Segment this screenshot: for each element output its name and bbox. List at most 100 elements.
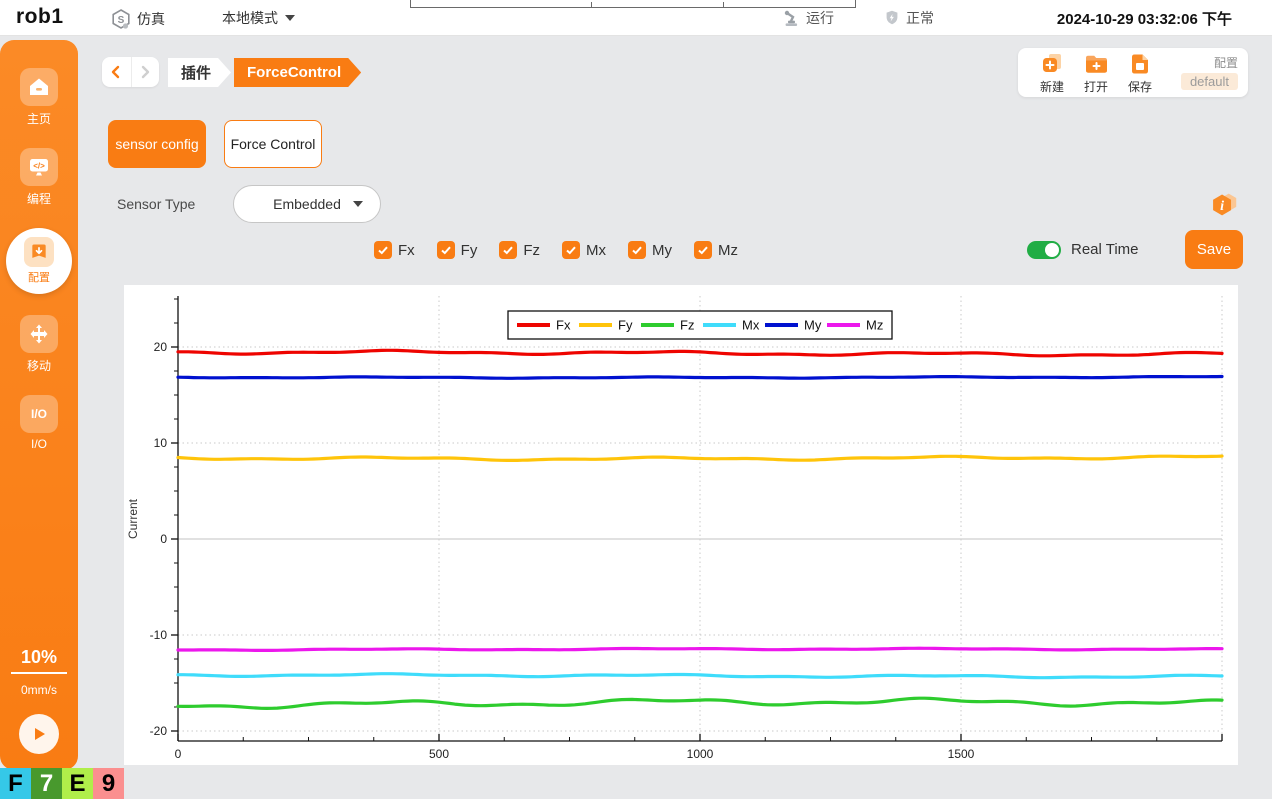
axis-checkbox-row: Fx Fy Fz Mx My Mz xyxy=(374,241,738,259)
sidebar-item-io[interactable]: I/O I/O xyxy=(20,395,58,451)
home-icon xyxy=(20,68,58,106)
checkbox-label: Mx xyxy=(586,242,606,259)
x-tick-label: 1000 xyxy=(687,747,714,761)
config-selector[interactable]: 配置 default xyxy=(1181,54,1238,91)
history-nav xyxy=(102,57,159,87)
series-Mx xyxy=(178,674,1222,678)
x-tick-label: 1500 xyxy=(948,747,975,761)
remnant-tick xyxy=(591,2,592,7)
checkbox-label: Mz xyxy=(718,242,738,259)
checkbox-mx[interactable]: Mx xyxy=(562,241,606,259)
forward-button[interactable] xyxy=(131,57,160,87)
play-button[interactable] xyxy=(19,714,59,754)
x-tick-label: 500 xyxy=(429,747,449,761)
breadcrumb-plugin[interactable]: 插件 xyxy=(168,58,231,87)
y-axis-label: Current xyxy=(126,498,140,539)
save-button[interactable]: Save xyxy=(1185,230,1243,269)
io-icon-text: I/O xyxy=(31,407,47,421)
y-tick-label: -20 xyxy=(150,724,168,738)
file-toolbar: 新建 打开 保存 配置 default xyxy=(1018,48,1248,97)
checkbox-checked-icon xyxy=(374,241,392,259)
svg-text:</>: </> xyxy=(33,161,45,170)
run-status[interactable]: 运行 xyxy=(781,8,834,28)
captcha-char: E xyxy=(62,768,93,799)
captcha-strip: F 7 E 9 xyxy=(0,768,124,799)
checkbox-label: Fz xyxy=(523,242,540,259)
config-value-badge[interactable]: default xyxy=(1181,73,1238,90)
simulation-hexagon-icon: S xyxy=(110,8,132,30)
y-tick-label: 10 xyxy=(154,436,168,450)
checkbox-checked-icon xyxy=(628,241,646,259)
chevron-down-icon xyxy=(285,15,295,21)
status-label: 正常 xyxy=(906,8,934,28)
checkbox-mz[interactable]: Mz xyxy=(694,241,738,259)
config-book-icon xyxy=(24,237,54,267)
checkbox-label: My xyxy=(652,242,672,259)
checkbox-checked-icon xyxy=(562,241,580,259)
simulation-label: 仿真 xyxy=(137,9,165,29)
sidebar-item-move[interactable]: 移动 xyxy=(20,315,58,374)
play-icon xyxy=(30,725,48,743)
config-label: 配置 xyxy=(1181,54,1238,71)
captcha-char: 9 xyxy=(93,768,124,799)
x-tick-label: 0 xyxy=(175,747,182,761)
y-tick-label: 20 xyxy=(154,340,168,354)
top-bar: rob1 S 仿真 本地模式 运行 xyxy=(0,0,1272,36)
mode-dropdown[interactable]: 本地模式 xyxy=(222,8,295,28)
legend-label: Fy xyxy=(618,318,633,333)
mode-label: 本地模式 xyxy=(222,8,278,28)
back-button[interactable] xyxy=(102,57,131,87)
move-arrows-icon xyxy=(20,315,58,353)
speed-percent[interactable]: 10% xyxy=(11,647,67,674)
checkbox-label: Fy xyxy=(461,242,478,259)
sidebar-item-home[interactable]: 主页 xyxy=(20,68,58,127)
new-button-label: 新建 xyxy=(1040,78,1064,95)
health-status[interactable]: 正常 xyxy=(883,8,934,28)
tab-sensor-config[interactable]: sensor config xyxy=(108,120,206,168)
legend-label: Mx xyxy=(742,318,760,333)
save-file-button[interactable]: 保存 xyxy=(1118,51,1162,95)
captcha-char: 7 xyxy=(31,768,62,799)
series-Mz xyxy=(178,648,1222,650)
save-file-button-label: 保存 xyxy=(1128,78,1152,95)
breadcrumb-forcecontrol[interactable]: ForceControl xyxy=(234,58,361,87)
legend-label: My xyxy=(804,318,822,333)
sensor-type-select[interactable]: Embedded xyxy=(233,185,381,223)
force-line-chart: -20-1001020050010001500CurrentFxFyFzMxMy… xyxy=(124,285,1238,765)
chevron-right-icon xyxy=(138,64,152,80)
checkbox-fy[interactable]: Fy xyxy=(437,241,478,259)
tab-force-control[interactable]: Force Control xyxy=(224,120,322,168)
sidebar-item-label: 配置 xyxy=(28,269,50,285)
legend-label: Fz xyxy=(680,318,694,333)
svg-text:i: i xyxy=(1220,198,1224,214)
run-label: 运行 xyxy=(806,8,834,28)
realtime-toggle[interactable] xyxy=(1027,241,1061,259)
sidebar-item-config[interactable]: 配置 xyxy=(6,228,72,294)
checkbox-checked-icon xyxy=(694,241,712,259)
open-button[interactable]: 打开 xyxy=(1074,51,1118,95)
force-chart-panel: -20-1001020050010001500CurrentFxFyFzMxMy… xyxy=(124,285,1238,765)
new-button[interactable]: 新建 xyxy=(1030,51,1074,95)
checkbox-label: Fx xyxy=(398,242,415,259)
checkbox-fz[interactable]: Fz xyxy=(499,241,540,259)
captcha-char: F xyxy=(0,768,31,799)
sidebar-item-programming[interactable]: </> 编程 xyxy=(20,148,58,207)
chart-axes: -20-1001020050010001500Current xyxy=(126,296,1222,761)
svg-text:S: S xyxy=(118,15,125,26)
checkbox-my[interactable]: My xyxy=(628,241,672,259)
sidebar-item-label: 编程 xyxy=(27,190,51,207)
simulation-indicator[interactable]: S 仿真 xyxy=(110,8,165,30)
chart-legend: FxFyFzMxMyMz xyxy=(508,311,892,339)
app-logo: rob1 xyxy=(16,5,64,29)
chevron-left-icon xyxy=(109,64,123,80)
folder-plus-icon xyxy=(1083,51,1109,77)
checkbox-fx[interactable]: Fx xyxy=(374,241,415,259)
save-doc-icon xyxy=(1127,51,1153,77)
legend-label: Mz xyxy=(866,318,883,333)
file-plus-icon xyxy=(1039,51,1065,77)
linear-speed: 0mm/s xyxy=(21,683,57,697)
sidebar-item-label: 主页 xyxy=(27,110,51,127)
realtime-label: Real Time xyxy=(1071,241,1139,258)
info-button[interactable]: i xyxy=(1206,187,1240,221)
sidebar-item-label: I/O xyxy=(31,437,47,451)
